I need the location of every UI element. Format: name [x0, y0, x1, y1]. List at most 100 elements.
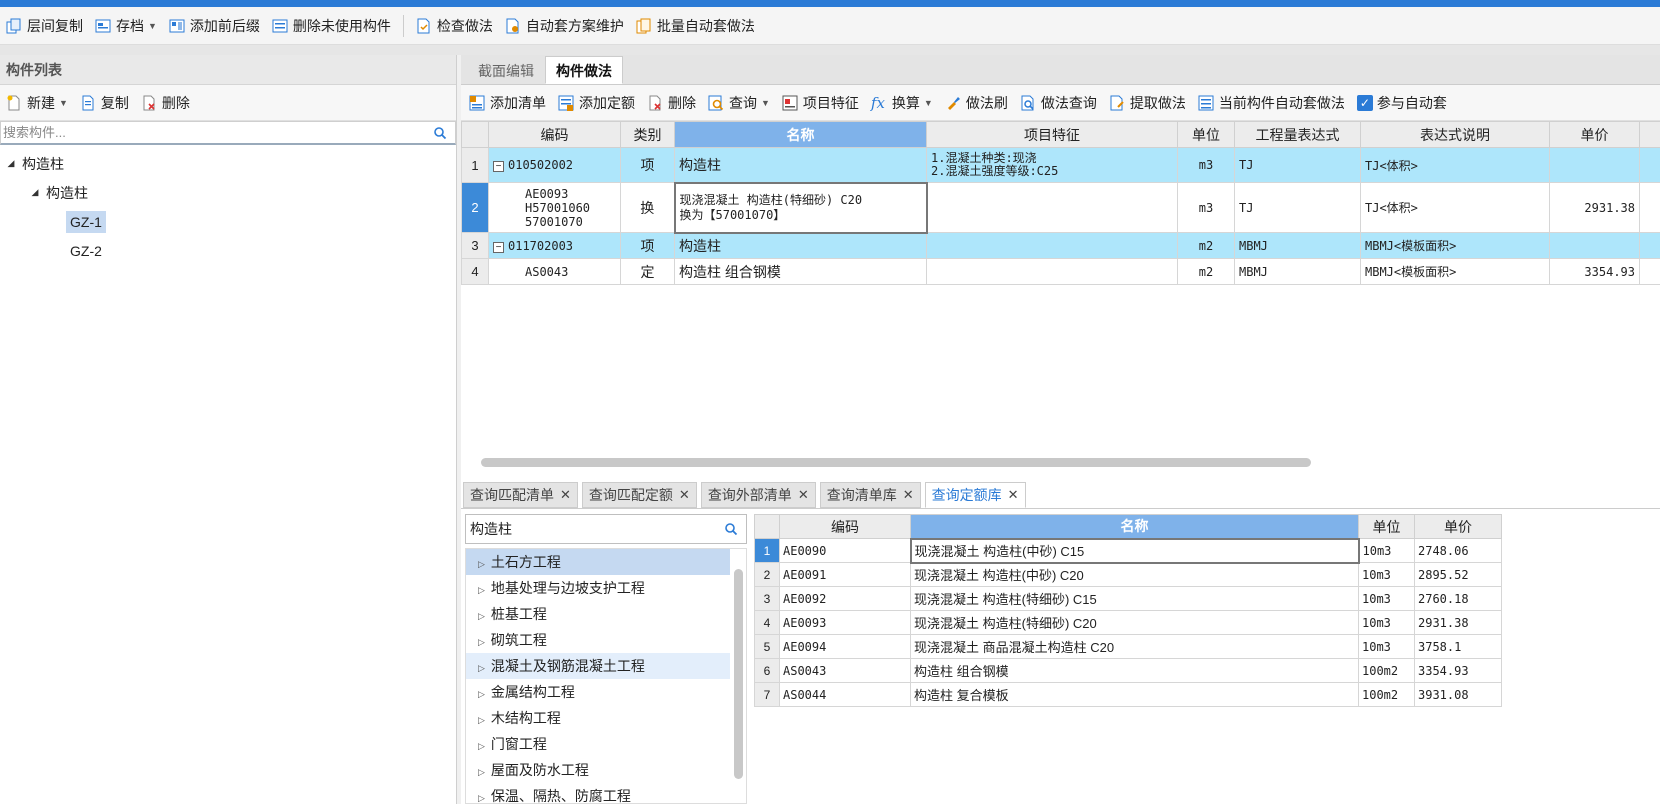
delete-component-button[interactable]: 删除	[135, 89, 196, 117]
tab-query-list-library[interactable]: 查询清单库 ✕	[819, 482, 921, 508]
header-code[interactable]: 编码	[779, 514, 911, 539]
delete-method-button[interactable]: 删除	[641, 89, 702, 117]
category-item[interactable]: ▷ 木结构工程	[466, 705, 730, 731]
category-item[interactable]: ▷ 屋面及防水工程	[466, 757, 730, 783]
header-code[interactable]: 编码	[488, 121, 621, 148]
join-auto-checkbox[interactable]: ✓ 参与自动套	[1351, 89, 1453, 117]
expand-triangle-icon[interactable]: ▷	[478, 663, 485, 673]
close-icon[interactable]: ✕	[798, 482, 809, 508]
quota-search-input[interactable]	[466, 515, 724, 543]
header-price[interactable]: 单价	[1414, 514, 1502, 539]
category-item[interactable]: ▷ 混凝土及钢筋混凝土工程	[466, 653, 730, 679]
header-feature[interactable]: 项目特征	[926, 121, 1178, 148]
tab-query-external-list[interactable]: 查询外部清单 ✕	[700, 482, 816, 508]
tree-node-root[interactable]: ◢ 构造柱	[0, 149, 456, 178]
header-expression[interactable]: 工程量表达式	[1234, 121, 1361, 148]
expand-triangle-icon[interactable]: ◢	[28, 187, 42, 198]
copy-component-button[interactable]: 复制	[74, 89, 135, 117]
main-toolbar: 层间复制 存档 ▼ 添加前后缀 删除未使用构件 检查做法 自动套方案维护 批量自动…	[0, 7, 1660, 45]
component-search-input[interactable]	[1, 122, 433, 143]
header-expression-desc[interactable]: 表达式说明	[1360, 121, 1550, 148]
table-row[interactable]: 2 AE0093 H57001060 57001070 换 现浇混凝土 构造柱(特细…	[461, 181, 1660, 234]
component-list-panel: 构件列表 新建▼ 复制 删除 ◢ 构造柱 ◢ 构造柱 GZ-1 GZ-	[0, 55, 457, 804]
table-row[interactable]: 4 AS0043 定 构造柱 组合钢模 m2 MBMJ MBMJ<模板面积> 3…	[461, 258, 1660, 285]
collapse-icon[interactable]: −	[493, 241, 504, 253]
tree-leaf-gz2[interactable]: GZ-2	[0, 236, 456, 265]
table-row[interactable]: 1 −010502002 项 构造柱 1.混凝土种类:现浇 2.混凝土强度等级:C…	[461, 147, 1660, 183]
method-toolbar: 添加清单 添加定额 删除 查询▼ 项目特征 fx 换算▼ 做法刷 做法查询	[461, 85, 1660, 121]
category-item[interactable]: ▷ 地基处理与边坡支护工程	[466, 575, 730, 601]
new-component-button[interactable]: 新建 ▼	[0, 89, 74, 117]
header-type[interactable]: 类别	[620, 121, 675, 148]
header-corner	[461, 121, 489, 148]
header-name[interactable]: 名称	[910, 514, 1359, 539]
expand-triangle-icon[interactable]: ▷	[478, 637, 485, 647]
expand-triangle-icon[interactable]: ▷	[478, 741, 485, 751]
tab-query-quota-library[interactable]: 查询定额库 ✕	[924, 482, 1026, 508]
expand-triangle-icon[interactable]: ▷	[478, 689, 485, 699]
header-unit[interactable]: 单位	[1177, 121, 1235, 148]
expand-triangle-icon[interactable]: ▷	[478, 715, 485, 725]
tab-query-match-list[interactable]: 查询匹配清单 ✕	[463, 482, 578, 508]
category-item[interactable]: ▷ 门窗工程	[466, 731, 730, 757]
name-edit-cell[interactable]: 现浇混凝土 构造柱(特细砂) C20 换为【57001070】	[673, 181, 928, 234]
table-row[interactable]: 1 AE0090 现浇混凝土 构造柱(中砂) C15 10m3 2748.06	[754, 537, 1502, 564]
method-brush-button[interactable]: 做法刷	[939, 89, 1014, 117]
query-button[interactable]: 查询 ▼	[702, 89, 776, 117]
extract-method-button[interactable]: 提取做法	[1103, 89, 1192, 117]
chevron-down-icon: ▼	[59, 97, 68, 108]
expand-triangle-icon[interactable]: ▷	[478, 793, 485, 803]
add-list-button[interactable]: 添加清单	[463, 89, 552, 117]
table-row[interactable]: 7 AS0044 构造柱 复合模板 100m2 3931.08	[754, 682, 1502, 707]
collapse-icon[interactable]: −	[493, 161, 504, 172]
category-item[interactable]: ▷ 土石方工程	[466, 549, 730, 575]
category-item[interactable]: ▷ 保温、隔热、防腐工程	[466, 783, 730, 803]
expand-triangle-icon[interactable]: ▷	[478, 559, 485, 569]
table-row[interactable]: 2 AE0091 现浇混凝土 构造柱(中砂) C20 10m3 2895.52	[754, 562, 1502, 587]
add-prefix-button[interactable]: 添加前后缀	[163, 12, 266, 40]
expand-triangle-icon[interactable]: ▷	[478, 767, 485, 777]
copy-floor-button[interactable]: 层间复制	[0, 12, 89, 40]
current-auto-method-button[interactable]: 当前构件自动套做法	[1192, 89, 1351, 117]
tree-leaf-gz1[interactable]: GZ-1	[0, 207, 456, 236]
close-icon[interactable]: ✕	[679, 482, 690, 508]
check-method-button[interactable]: 检查做法	[410, 12, 499, 40]
table-row[interactable]: 5 AE0094 现浇混凝土 商品混凝土构造柱 C20 10m3 3758.1	[754, 634, 1502, 659]
method-query-button[interactable]: 做法查询	[1014, 89, 1103, 117]
expand-triangle-icon[interactable]: ◢	[4, 158, 18, 169]
search-icon[interactable]	[433, 126, 447, 140]
close-icon[interactable]: ✕	[903, 482, 914, 508]
batch-auto-icon	[636, 18, 651, 33]
tab-section-edit[interactable]: 截面编辑	[467, 56, 545, 84]
archive-button[interactable]: 存档 ▼	[89, 12, 163, 40]
horizontal-scrollbar[interactable]	[481, 458, 1311, 467]
table-row[interactable]: 4 AE0093 现浇混凝土 构造柱(特细砂) C20 10m3 2931.38	[754, 610, 1502, 635]
function-icon: fx	[870, 93, 885, 112]
table-row[interactable]: 3 −011702003 项 构造柱 m2 MBMJ MBMJ<模板面积>	[461, 232, 1660, 259]
table-row[interactable]: 3 AE0092 现浇混凝土 构造柱(特细砂) C15 10m3 2760.18	[754, 586, 1502, 611]
category-item[interactable]: ▷ 金属结构工程	[466, 679, 730, 705]
vertical-scrollbar[interactable]	[734, 569, 743, 779]
add-quota-button[interactable]: 添加定额	[552, 89, 641, 117]
search-icon[interactable]	[724, 522, 738, 536]
table-row[interactable]: 6 AS0043 构造柱 组合钢模 100m2 3354.93	[754, 658, 1502, 683]
tab-query-match-quota[interactable]: 查询匹配定额 ✕	[581, 482, 697, 508]
header-name[interactable]: 名称	[674, 121, 927, 148]
delete-unused-button[interactable]: 删除未使用构件	[266, 12, 397, 40]
category-item[interactable]: ▷ 砌筑工程	[466, 627, 730, 653]
header-price[interactable]: 单价	[1549, 121, 1640, 148]
expand-triangle-icon[interactable]: ▷	[478, 585, 485, 595]
tab-component-method[interactable]: 构件做法	[545, 56, 623, 84]
header-unit[interactable]: 单位	[1358, 514, 1415, 539]
convert-button[interactable]: fx 换算 ▼	[865, 89, 939, 117]
auto-scheme-button[interactable]: 自动套方案维护	[499, 12, 630, 40]
tree-node-child[interactable]: ◢ 构造柱	[0, 178, 456, 207]
category-item[interactable]: ▷ 桩基工程	[466, 601, 730, 627]
expand-triangle-icon[interactable]: ▷	[478, 611, 485, 621]
project-feature-button[interactable]: 项目特征	[776, 89, 865, 117]
close-icon[interactable]: ✕	[1008, 482, 1019, 508]
close-icon[interactable]: ✕	[560, 482, 571, 508]
checkbox-checked-icon[interactable]: ✓	[1356, 94, 1373, 111]
extract-icon	[1110, 95, 1124, 110]
batch-auto-button[interactable]: 批量自动套做法	[630, 12, 761, 40]
